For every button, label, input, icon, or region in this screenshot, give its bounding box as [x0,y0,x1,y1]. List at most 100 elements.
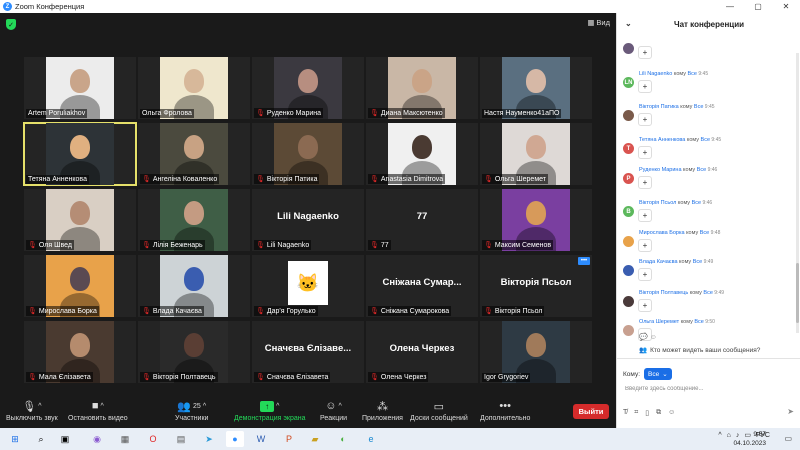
notifications-icon[interactable]: ▭ [784,434,792,443]
participant-tile[interactable]: 77 🎙 77 [366,189,478,251]
close-window-button[interactable]: ✕ [772,0,800,13]
task-view-icon[interactable]: ▣ [56,431,74,447]
participant-tile[interactable]: Сніжана Сумар... 🎙 Сніжана Сумарокова [366,255,478,317]
message-sender[interactable]: Lili Nagaenko [639,71,672,77]
video-camera-icon: ■ [91,400,99,412]
share-screen-button[interactable]: ↑ ^ Демонстрация экрана [234,399,306,422]
participant-tile[interactable]: Олена Черкез 🎙 Олена Черкез [366,321,478,383]
participant-tile[interactable]: Igor Grygoriev [480,321,592,383]
save-file-icon[interactable]: ▤ [172,431,190,447]
message-sender[interactable]: Вікторія Псьол [639,200,676,206]
telegram-icon[interactable]: ➤ [200,431,218,447]
sender-avatar[interactable]: LN [623,77,634,88]
view-button[interactable]: ▦ Вид [587,18,610,27]
chat-message-input[interactable] [625,381,793,397]
recipient-select[interactable]: Все ⌄ [644,368,672,380]
edge-icon[interactable]: e [362,431,380,447]
sender-avatar[interactable] [623,325,634,336]
participant-tile[interactable]: 🎙 Диана Максютенко [366,57,478,119]
participant-tile[interactable]: 🎙 Оля Швед [24,189,136,251]
message-sender[interactable]: Тетяна Анненкова [639,137,685,143]
participants-button[interactable]: 👥 25 ^ Участники [175,399,208,423]
sender-avatar[interactable] [623,43,634,54]
stop-video-button[interactable]: ■ ^ Остановить видео [68,399,128,422]
reactions-button[interactable]: ☺ ^ Реакции [320,399,347,422]
maximize-button[interactable]: ▢ [744,0,772,13]
minimize-button[interactable]: — [716,0,744,13]
message-bubble[interactable]: + [638,268,652,281]
participant-tile[interactable]: 🎙 Мала Єлізавета [24,321,136,383]
participant-tile[interactable]: Lili Nagaenko 🎙 Lili Nagaenko [252,189,364,251]
participant-tile[interactable]: Тетяна Анненкова [23,122,137,186]
participant-tile[interactable]: 🎙 Anastasia Dimitrova [366,123,478,185]
participant-tile[interactable]: 🎙 Влада Качаєва [138,255,250,317]
to-word: кому [677,259,693,265]
participant-tile[interactable]: Настя Науменко41аПО [480,57,592,119]
search-icon[interactable]: ⌕ [32,431,50,447]
message-bubble[interactable]: + [638,176,652,189]
participant-tile[interactable]: 🐱 🎙 Дар'я Горулько [252,255,364,317]
viber-icon[interactable]: ◉ [88,431,106,447]
message-bubble[interactable]: + [638,209,652,222]
powerpoint-icon[interactable]: P [280,431,298,447]
sender-avatar[interactable] [623,265,634,276]
zoom-logo-icon: Z [3,2,12,11]
chat-scrollbar[interactable] [796,53,799,333]
message-sender[interactable]: Мирослава Борка [639,230,685,236]
message-bubble[interactable]: + [638,80,652,93]
participant-tile[interactable]: 🎙 Ольга Шеремет [480,123,592,185]
browser-icon[interactable]: ◐ [334,431,352,447]
screenshot-icon[interactable]: ⧉ [656,409,661,417]
more-button[interactable]: ••• Дополнительно [480,399,530,422]
emoji-icon[interactable]: ☺ [668,409,675,417]
message-sender[interactable]: Руденко Марина [639,167,682,173]
participant-tile[interactable]: 🎙 Вікторія Патика [252,123,364,185]
message-reaction-icons[interactable]: 💬 ☺ [639,333,657,341]
sender-avatar[interactable]: Т [623,143,634,154]
calculator-icon[interactable]: ▦ [116,431,134,447]
participant-tile[interactable]: Artem Poruliakhov [24,57,136,119]
message-bubble[interactable]: + [638,113,652,126]
message-sender[interactable]: Ольга Шеремет [639,319,679,325]
format-text-icon[interactable]: T̸ [623,409,627,417]
participant-tile[interactable]: 🎙 Руденко Марина [252,57,364,119]
chevron-down-icon[interactable]: ⌄ [625,19,632,28]
participant-tile[interactable]: Сначєва Єлізавe... 🎙 Сначєва Єлізавета [252,321,364,383]
privacy-link[interactable]: 👥 Кто может видеть ваши сообщения? [639,346,760,355]
windows-start-icon[interactable]: ⊞ [6,431,24,447]
sender-avatar[interactable]: Р [623,173,634,184]
file-explorer-icon[interactable]: ▰ [306,431,324,447]
send-icon[interactable]: ➤ [787,407,794,416]
apps-button[interactable]: ⁂ Приложения [362,399,403,423]
sender-avatar[interactable] [623,110,634,121]
message-sender[interactable]: Влада Качаєва [639,259,678,265]
whiteboards-button[interactable]: ▭ Доски сообщений [410,399,468,423]
sender-avatar[interactable]: В [623,206,634,217]
opera-icon[interactable]: O [144,431,162,447]
zoom-taskbar-icon[interactable]: ● [226,431,244,447]
word-icon[interactable]: W [252,431,270,447]
sender-avatar[interactable] [623,236,634,247]
participant-tile[interactable]: Вікторія Псьол ••• 🎙 Вікторія Псьол [480,255,592,317]
clock[interactable]: 9:57 04.10.2023 [722,430,766,448]
mute-button[interactable]: 🎙 ^ Выключить звук [6,399,58,423]
leave-button[interactable]: Выйти [573,404,609,419]
participant-tile[interactable]: 🎙 Вікторія Полтавець [138,321,250,383]
sender-avatar[interactable] [623,296,634,307]
participant-tile[interactable]: 🎙 Мирослава Борка [24,255,136,317]
message-bubble[interactable]: + [638,299,652,312]
code-icon[interactable]: ⌗ [634,409,638,417]
participant-tile[interactable]: Ольга Фролова [138,57,250,119]
security-shield-icon[interactable]: ✓ [6,19,16,30]
message-bubble[interactable]: + [638,46,652,59]
participant-tile[interactable]: 🎙 Ангеліна Коваленко [138,123,250,185]
tile-more-options-button[interactable]: ••• [578,257,590,265]
scrollbar-thumb[interactable] [796,263,799,323]
message-bubble[interactable]: + [638,146,652,159]
message-bubble[interactable]: + [638,239,652,252]
message-sender[interactable]: Вікторія Патика [639,104,679,110]
participant-tile[interactable]: 🎙 Максим Семенов [480,189,592,251]
message-sender[interactable]: Вікторія Полтавець [639,290,688,296]
participant-tile[interactable]: 🎙 Лілія Беженарь [138,189,250,251]
file-icon[interactable]: ▯ [645,409,649,417]
